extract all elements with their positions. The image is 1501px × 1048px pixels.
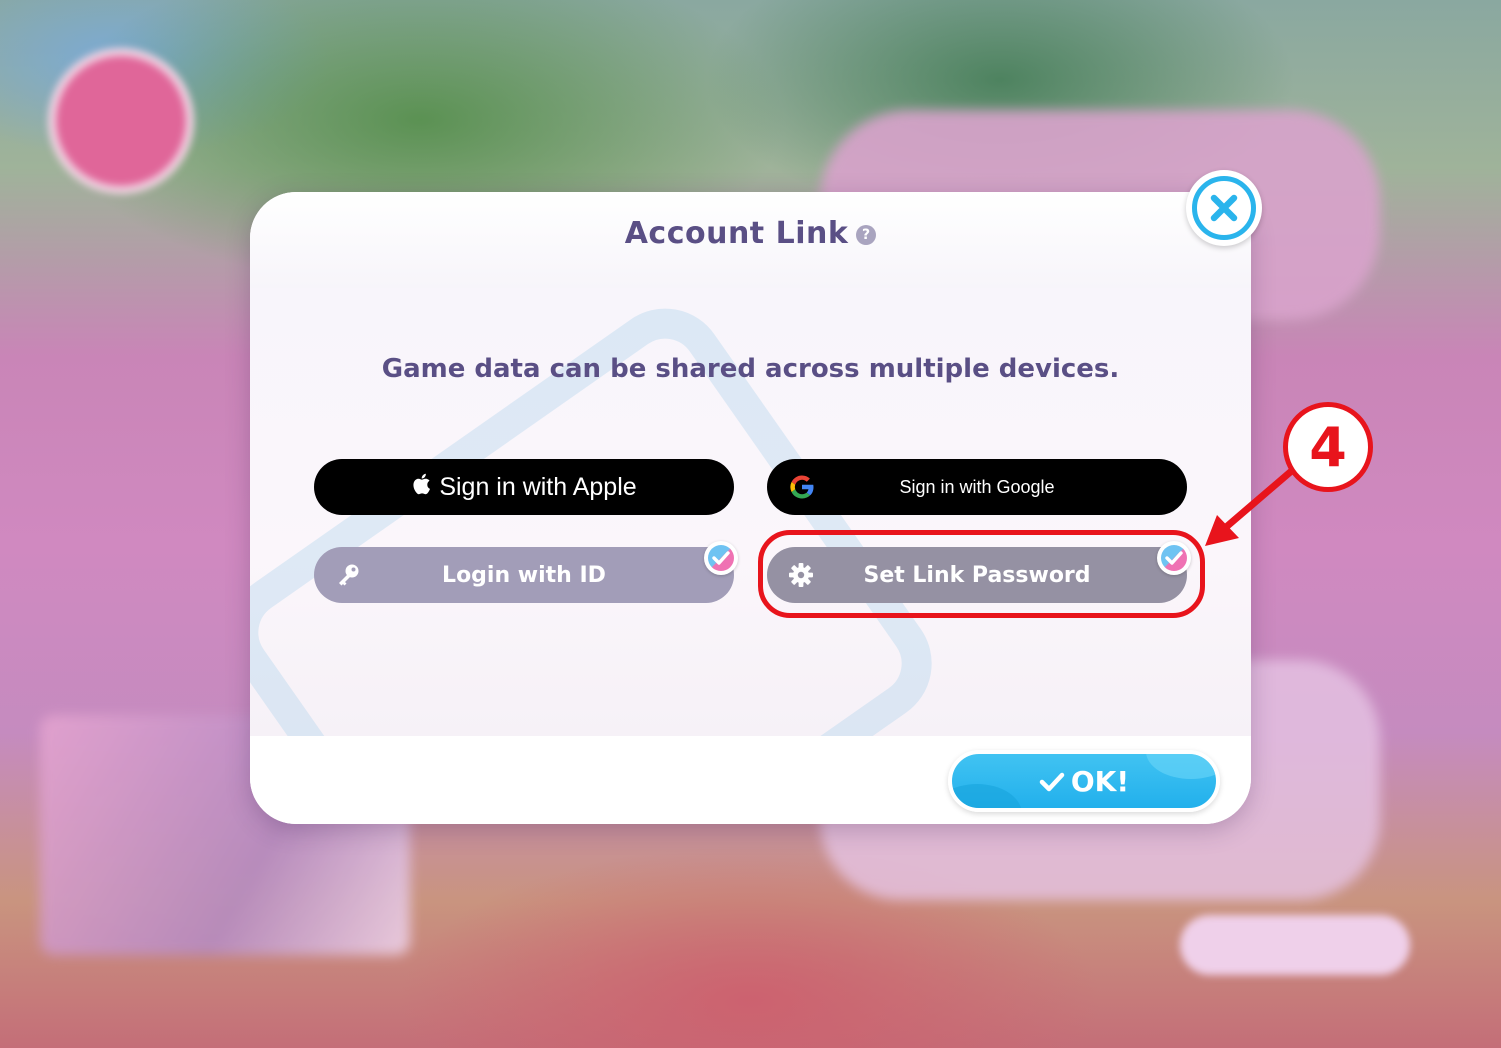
sign-in-google-label: Sign in with Google bbox=[899, 476, 1055, 497]
google-icon bbox=[790, 475, 814, 499]
dialog-subtitle: Game data can be shared across multiple … bbox=[381, 354, 1120, 384]
key-icon bbox=[339, 564, 359, 586]
background-pill bbox=[1180, 915, 1410, 975]
ok-label: OK! bbox=[1070, 764, 1130, 798]
ok-label-wrap: OK! bbox=[1039, 765, 1129, 798]
ok-button-wave bbox=[1146, 754, 1216, 779]
close-icon bbox=[1210, 194, 1238, 222]
sign-in-google-button[interactable]: Sign in with Google bbox=[767, 459, 1187, 515]
account-link-dialog: Account Link? Game data can be shared ac… bbox=[250, 192, 1251, 824]
background-badge bbox=[48, 48, 194, 194]
checkmark-icon bbox=[1039, 772, 1065, 791]
login-with-id-label: Login with ID bbox=[442, 562, 606, 588]
login-with-id-button[interactable]: Login with ID bbox=[314, 547, 734, 603]
close-button[interactable] bbox=[1186, 170, 1262, 246]
sign-in-apple-button[interactable]: Sign in with Apple bbox=[314, 459, 734, 515]
linked-check-badge bbox=[704, 541, 738, 575]
dialog-title: Account Link? bbox=[250, 216, 1251, 251]
sign-in-apple-label: Sign in with Apple bbox=[439, 472, 637, 501]
annotation-arrow bbox=[1205, 464, 1299, 546]
checkmark-icon bbox=[712, 551, 730, 565]
dialog-title-text: Account Link bbox=[624, 216, 849, 251]
ok-button-wave bbox=[952, 784, 1022, 808]
step-number-badge: 4 bbox=[1283, 402, 1373, 492]
ok-button[interactable]: OK! bbox=[948, 750, 1220, 812]
apple-icon bbox=[411, 472, 431, 502]
question-icon[interactable]: ? bbox=[856, 224, 877, 245]
highlight-box bbox=[758, 530, 1205, 618]
dialog-header: Account Link? bbox=[250, 192, 1251, 290]
game-screen: Account Link? Game data can be shared ac… bbox=[0, 0, 1501, 1048]
